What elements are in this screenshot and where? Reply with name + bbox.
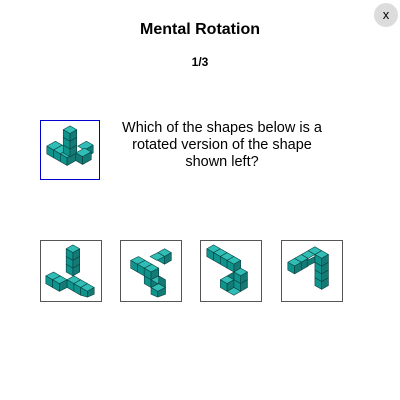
option-3[interactable] xyxy=(200,240,262,302)
page-title: Mental Rotation xyxy=(140,21,260,38)
cube-shape-4-icon xyxy=(287,246,329,290)
progress-counter: 1/3 xyxy=(191,55,209,69)
target-shape xyxy=(40,120,100,180)
option-1[interactable] xyxy=(40,240,102,302)
target-cube-shape-icon xyxy=(46,125,94,166)
cube-shape-1-icon xyxy=(45,244,95,298)
question-text: Which of the shapes below is a rotated v… xyxy=(122,120,322,170)
option-2[interactable] xyxy=(120,240,182,302)
cube-shape-2-icon xyxy=(130,248,172,298)
option-4[interactable] xyxy=(281,240,343,302)
cube-shape-3-icon xyxy=(206,244,248,296)
